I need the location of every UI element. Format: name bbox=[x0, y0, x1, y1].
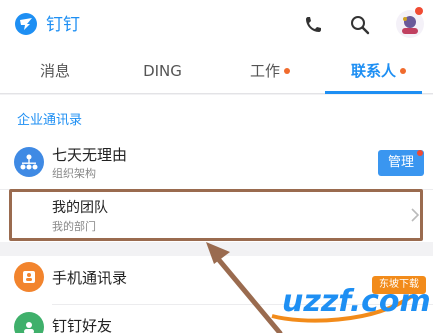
highlight-annotation-box bbox=[9, 189, 423, 241]
tab-label: 联系人 bbox=[350, 62, 396, 80]
dingtalk-logo-icon bbox=[15, 13, 37, 35]
org-structure-icon bbox=[14, 147, 44, 177]
tab-messages[interactable]: 消息 bbox=[0, 50, 110, 94]
tab-label: DING bbox=[143, 62, 182, 80]
manage-badge-dot bbox=[417, 150, 423, 156]
dingtalk-wing-icon bbox=[20, 18, 32, 30]
phone-contacts-icon bbox=[14, 262, 44, 292]
org-subtitle: 组织架构 bbox=[52, 167, 96, 180]
app-window: 钉钉 消息 DING 工作 联系人 企业通讯录 七天无理由 组织架构 管理 我的… bbox=[0, 0, 433, 333]
tab-label: 消息 bbox=[39, 62, 70, 80]
tab-contacts[interactable]: 联系人 bbox=[325, 50, 422, 94]
friends-title[interactable]: 钉钉好友 bbox=[52, 316, 112, 333]
watermark-badge: 东坡下载 bbox=[372, 276, 426, 294]
avatar-notification-dot bbox=[415, 7, 423, 15]
org-name[interactable]: 七天无理由 bbox=[52, 145, 127, 165]
search-icon[interactable] bbox=[349, 14, 371, 36]
active-tab-indicator bbox=[325, 91, 422, 94]
tab-work-badge-dot bbox=[284, 68, 290, 74]
tab-label: 工作 bbox=[249, 62, 280, 80]
phone-icon[interactable] bbox=[302, 14, 324, 36]
app-title: 钉钉 bbox=[46, 15, 80, 35]
section-label: 企业通讯录 bbox=[17, 113, 83, 128]
main-tabs: 消息 DING 工作 联系人 bbox=[0, 50, 433, 94]
phone-contacts-title[interactable]: 手机通讯录 bbox=[52, 268, 127, 288]
top-bar: 钉钉 bbox=[0, 0, 433, 50]
tab-contacts-badge-dot bbox=[400, 68, 406, 74]
tab-work[interactable]: 工作 bbox=[215, 50, 315, 94]
tab-ding[interactable]: DING bbox=[110, 50, 215, 94]
friends-icon bbox=[14, 312, 44, 333]
